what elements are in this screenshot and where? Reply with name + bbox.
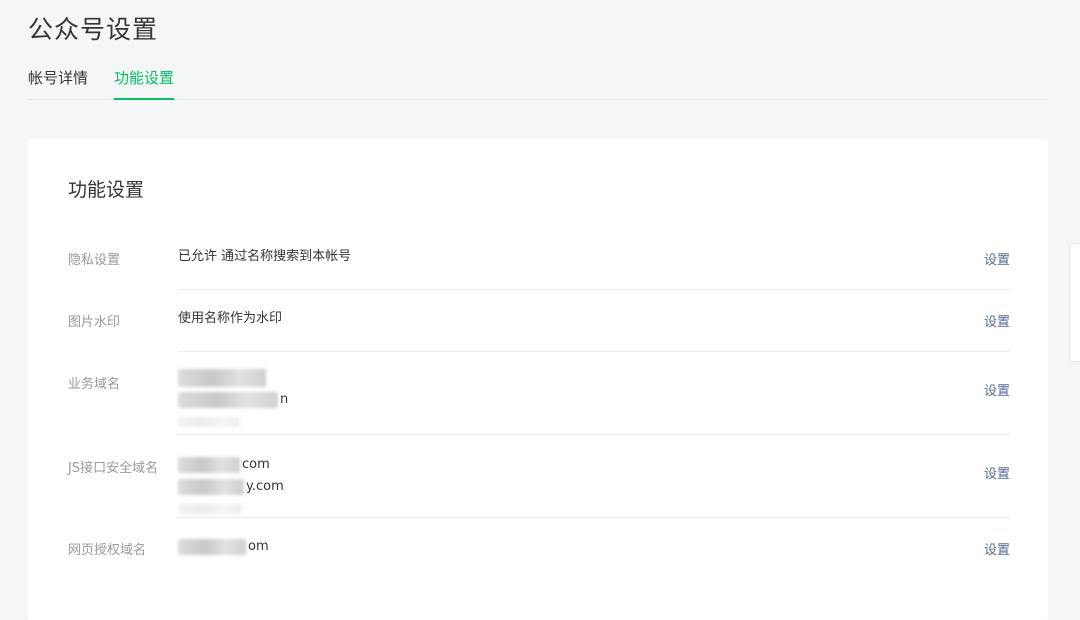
redacted-text	[178, 538, 246, 555]
divider	[178, 351, 1010, 352]
row-value: 已允许 通过名称搜索到本帐号	[178, 249, 352, 264]
row-label: 图片水印	[68, 315, 121, 330]
divider	[178, 434, 1010, 435]
feature-settings-card: 功能设置 隐私设置 已允许 通过名称搜索到本帐号 设置 图片水印 使用名称作为水…	[28, 139, 1048, 620]
side-float-tab[interactable]	[1069, 243, 1080, 362]
js-secure-domain-button[interactable]: 设置	[984, 463, 1010, 482]
web-auth-domain-button[interactable]: 设置	[984, 539, 1010, 558]
row-value: 使用名称作为水印	[178, 311, 283, 326]
redacted-text	[178, 416, 240, 427]
tab-bar: 帐号详情 功能设置	[28, 66, 1048, 100]
card-title: 功能设置	[68, 179, 145, 201]
business-domain-button[interactable]: 设置	[984, 380, 1010, 399]
row-label: 业务域名	[68, 377, 121, 392]
tab-feature-settings[interactable]: 功能设置	[114, 66, 175, 100]
domain-list: com y.com	[178, 454, 284, 520]
domain-item	[178, 367, 288, 389]
domain-item: com	[178, 454, 284, 476]
redacted-text	[178, 503, 242, 514]
image-watermark-button[interactable]: 设置	[984, 311, 1010, 330]
redacted-text	[178, 391, 278, 408]
domain-item: n	[178, 389, 288, 411]
row-label: 网页授权域名	[68, 543, 147, 558]
redacted-text	[178, 478, 244, 495]
row-label: JS接口安全域名	[68, 461, 159, 476]
divider	[178, 289, 1010, 290]
row-label: 隐私设置	[68, 253, 121, 268]
privacy-settings-button[interactable]: 设置	[984, 249, 1010, 268]
domain-item: y.com	[178, 476, 284, 498]
domain-item: om	[178, 536, 269, 558]
domain-item	[178, 411, 288, 433]
tab-account-details[interactable]: 帐号详情	[28, 66, 88, 99]
domain-list: om	[178, 536, 269, 558]
divider	[178, 517, 1010, 518]
page-title: 公众号设置	[28, 15, 159, 44]
redacted-text	[178, 368, 266, 387]
domain-list: n	[178, 367, 288, 433]
redacted-text	[178, 456, 240, 473]
